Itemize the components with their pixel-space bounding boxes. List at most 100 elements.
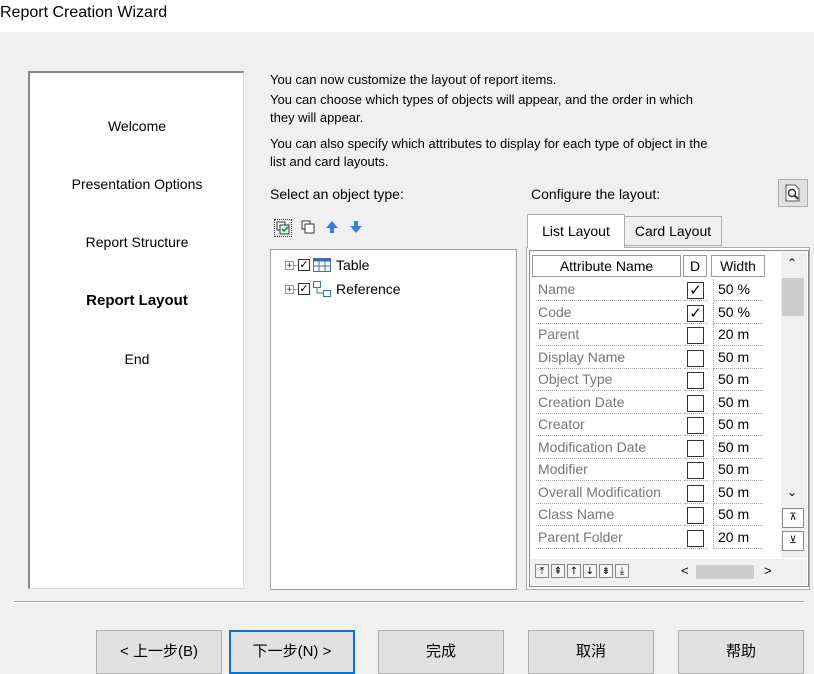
- display-cell: [684, 369, 708, 391]
- display-checkbox[interactable]: [687, 529, 704, 547]
- vertical-scrollbar[interactable]: ⌃ ⌄ ⊼ ⊻: [781, 252, 807, 558]
- cancel-button[interactable]: 取消: [528, 630, 654, 674]
- move-last-icon[interactable]: ⤓: [615, 564, 629, 578]
- width-cell[interactable]: 50 m: [713, 414, 763, 436]
- move-down-icon[interactable]: [348, 219, 364, 235]
- tree-item-label: Reference: [336, 281, 401, 297]
- width-cell[interactable]: 50 %: [713, 279, 763, 301]
- display-checkbox[interactable]: [687, 462, 704, 479]
- tab-list-layout[interactable]: List Layout: [527, 214, 625, 248]
- width-cell[interactable]: 50 m: [713, 436, 763, 459]
- display-cell: [684, 437, 708, 459]
- step-welcome: Welcome: [107, 118, 167, 134]
- preview-button[interactable]: [778, 179, 808, 207]
- move-page-up-icon[interactable]: ⇞: [551, 564, 565, 578]
- tree-item-label: Table: [336, 257, 370, 273]
- tree-toolbar: [274, 219, 364, 237]
- object-type-tree[interactable]: + ✓ Table + ✓ Reference: [270, 249, 517, 590]
- move-row-up-icon[interactable]: ↑: [567, 564, 581, 578]
- tab-card-layout[interactable]: Card Layout: [624, 216, 722, 246]
- attribute-name-cell: Object Type: [536, 369, 681, 391]
- width-cell[interactable]: 50 m: [713, 504, 763, 526]
- display-cell: [684, 482, 708, 504]
- window-title-bar: Report Creation Wizard: [0, 0, 814, 32]
- move-top-button[interactable]: ⊼: [782, 508, 804, 528]
- select-all-icon[interactable]: [274, 219, 292, 237]
- width-cell[interactable]: 50 m: [713, 459, 763, 481]
- move-first-icon[interactable]: ⤒: [535, 564, 549, 578]
- configure-layout-label: Configure the layout:: [531, 186, 661, 202]
- display-checkbox[interactable]: ✓: [687, 282, 704, 299]
- separator: [14, 601, 804, 603]
- width-cell[interactable]: 50 m: [713, 369, 763, 391]
- width-cell[interactable]: 20 m: [713, 324, 763, 346]
- display-checkbox[interactable]: [687, 417, 704, 434]
- width-cell[interactable]: 20 m: [713, 526, 763, 549]
- move-up-icon[interactable]: [324, 219, 340, 235]
- move-page-down-icon[interactable]: ⇟: [599, 564, 613, 578]
- attribute-name-cell: Creation Date: [536, 392, 681, 414]
- attribute-name-cell: Parent Folder: [536, 527, 681, 549]
- tree-item-table[interactable]: + ✓ Table: [285, 256, 369, 274]
- attribute-name-cell: Modifier: [536, 459, 681, 481]
- description-line-5: list and card layouts.: [270, 154, 389, 169]
- display-checkbox[interactable]: [687, 507, 704, 524]
- grid-bottom-bar: ⤒ ⇞ ↑ ↓ ⇟ ⤓ < >: [531, 559, 807, 585]
- attribute-name-cell: Class Name: [536, 504, 681, 526]
- scroll-up-icon[interactable]: ⌃: [787, 256, 797, 270]
- display-checkbox[interactable]: [687, 327, 704, 344]
- table-icon: [313, 258, 331, 272]
- back-button[interactable]: < 上一步(B): [96, 630, 222, 674]
- tree-item-reference[interactable]: + ✓ Reference: [285, 280, 401, 298]
- width-cell[interactable]: 50 m: [713, 481, 763, 504]
- column-header-width[interactable]: Width: [711, 255, 765, 277]
- scroll-right-icon[interactable]: >: [764, 563, 772, 578]
- width-cell[interactable]: 50 m: [713, 391, 763, 414]
- display-cell: [684, 414, 708, 436]
- horizontal-scroll-thumb[interactable]: [696, 565, 754, 579]
- scroll-left-icon[interactable]: <: [681, 563, 689, 578]
- attribute-name-cell: Overall Modification: [536, 482, 681, 504]
- move-row-down-icon[interactable]: ↓: [583, 564, 597, 578]
- step-presentation-options: Presentation Options: [71, 176, 203, 192]
- display-checkbox[interactable]: [687, 372, 704, 389]
- attribute-name-cell: Creator: [536, 414, 681, 436]
- step-report-layout: Report Layout: [86, 292, 188, 309]
- display-cell: [684, 347, 708, 369]
- next-button[interactable]: 下一步(N) >: [229, 630, 355, 674]
- width-cell[interactable]: 50 %: [713, 301, 763, 324]
- attribute-name-cell: Parent: [536, 324, 681, 346]
- step-report-structure: Report Structure: [85, 234, 189, 250]
- attribute-name-cell: Display Name: [536, 347, 681, 369]
- column-header-display[interactable]: D: [683, 255, 707, 277]
- expand-icon[interactable]: +: [285, 284, 294, 294]
- display-checkbox[interactable]: [687, 484, 704, 502]
- display-cell: [684, 504, 708, 526]
- scroll-down-icon[interactable]: ⌄: [787, 485, 797, 499]
- wizard-steps-panel: Welcome Presentation Options Report Stru…: [28, 71, 244, 589]
- display-cell: [684, 392, 708, 414]
- row-move-buttons: ⤒ ⇞ ↑ ↓ ⇟ ⤓: [535, 564, 631, 578]
- display-checkbox[interactable]: [687, 439, 704, 457]
- table-checkbox[interactable]: ✓: [298, 259, 310, 271]
- display-checkbox[interactable]: ✓: [687, 304, 704, 322]
- help-button[interactable]: 帮助: [678, 630, 804, 674]
- attribute-grid[interactable]: Attribute Name D Width Name ✓ 50 % Code ✓ 50 …: [529, 250, 809, 587]
- preview-icon: [785, 184, 800, 202]
- scroll-thumb[interactable]: [782, 278, 804, 316]
- reference-checkbox[interactable]: ✓: [298, 283, 310, 295]
- description-line-2: You can choose which types of objects wi…: [270, 92, 694, 107]
- display-cell: ✓: [684, 302, 708, 324]
- move-bottom-button[interactable]: ⊻: [782, 531, 804, 551]
- deselect-all-icon[interactable]: [300, 219, 316, 235]
- column-header-name[interactable]: Attribute Name: [532, 255, 681, 277]
- attribute-name-cell: Code: [536, 302, 681, 324]
- display-cell: [684, 527, 708, 549]
- expand-icon[interactable]: +: [285, 260, 294, 270]
- attribute-name-cell: Name: [536, 279, 681, 301]
- object-type-label: Select an object type:: [270, 186, 404, 202]
- display-checkbox[interactable]: [687, 394, 704, 412]
- width-cell[interactable]: 50 m: [713, 346, 763, 369]
- finish-button[interactable]: 完成: [378, 630, 504, 674]
- display-checkbox[interactable]: [687, 349, 704, 367]
